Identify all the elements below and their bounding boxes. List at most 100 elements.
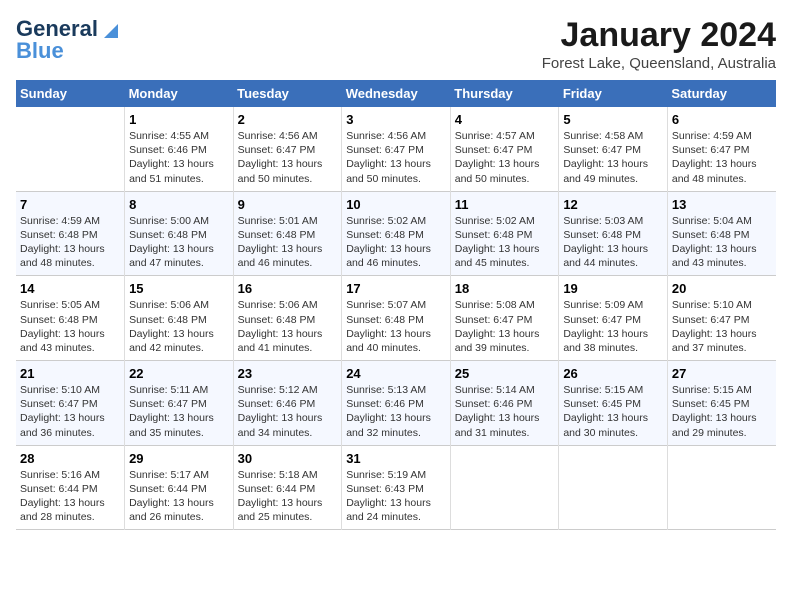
day-number: 4 <box>455 112 555 127</box>
day-info: Sunrise: 5:01 AM Sunset: 6:48 PM Dayligh… <box>238 214 338 271</box>
calendar-cell: 18 Sunrise: 5:08 AM Sunset: 6:47 PM Dayli… <box>450 276 559 361</box>
day-number: 26 <box>563 366 663 381</box>
day-info: Sunrise: 5:05 AM Sunset: 6:48 PM Dayligh… <box>20 298 120 355</box>
calendar-cell: 1 Sunrise: 4:55 AM Sunset: 6:46 PM Daylig… <box>125 107 234 191</box>
calendar-body: 1 Sunrise: 4:55 AM Sunset: 6:46 PM Daylig… <box>16 107 776 530</box>
title-area: January 2024 Forest Lake, Queensland, Au… <box>542 16 776 72</box>
day-number: 9 <box>238 197 338 212</box>
calendar-week-row: 28Sunrise: 5:16 AM Sunset: 6:44 PM Dayli… <box>16 445 776 530</box>
calendar-cell: 9 Sunrise: 5:01 AM Sunset: 6:48 PM Daylig… <box>233 191 342 276</box>
calendar-cell: 4 Sunrise: 4:57 AM Sunset: 6:47 PM Daylig… <box>450 107 559 191</box>
day-info: Sunrise: 5:15 AM Sunset: 6:45 PM Dayligh… <box>563 383 663 440</box>
day-number: 8 <box>129 197 229 212</box>
day-number: 5 <box>563 112 663 127</box>
day-number: 21 <box>20 366 120 381</box>
day-number: 15 <box>129 281 229 296</box>
day-info: Sunrise: 5:10 AM Sunset: 6:47 PM Dayligh… <box>672 298 772 355</box>
calendar-cell: 11 Sunrise: 5:02 AM Sunset: 6:48 PM Dayli… <box>450 191 559 276</box>
col-header-tuesday: Tuesday <box>233 80 342 107</box>
day-info: Sunrise: 5:06 AM Sunset: 6:48 PM Dayligh… <box>129 298 229 355</box>
calendar-cell: 23Sunrise: 5:12 AM Sunset: 6:46 PM Dayli… <box>233 361 342 446</box>
calendar-cell: 7Sunrise: 4:59 AM Sunset: 6:48 PM Daylig… <box>16 191 125 276</box>
day-number: 2 <box>238 112 338 127</box>
day-number: 20 <box>672 281 772 296</box>
day-info: Sunrise: 5:04 AM Sunset: 6:48 PM Dayligh… <box>672 214 772 271</box>
calendar-cell: 16Sunrise: 5:06 AM Sunset: 6:48 PM Dayli… <box>233 276 342 361</box>
day-number: 12 <box>563 197 663 212</box>
day-number: 24 <box>346 366 446 381</box>
calendar-cell: 3Sunrise: 4:56 AM Sunset: 6:47 PM Daylig… <box>342 107 451 191</box>
day-number: 14 <box>20 281 120 296</box>
calendar-cell: 24 Sunrise: 5:13 AM Sunset: 6:46 PM Dayli… <box>342 361 451 446</box>
day-number: 22 <box>129 366 229 381</box>
calendar-cell: 28Sunrise: 5:16 AM Sunset: 6:44 PM Dayli… <box>16 445 125 530</box>
calendar-cell: 21 Sunrise: 5:10 AM Sunset: 6:47 PM Dayli… <box>16 361 125 446</box>
day-number: 28 <box>20 451 120 466</box>
day-info: Sunrise: 4:55 AM Sunset: 6:46 PM Dayligh… <box>129 129 229 186</box>
calendar-cell: 12Sunrise: 5:03 AM Sunset: 6:48 PM Dayli… <box>559 191 668 276</box>
calendar-cell <box>16 107 125 191</box>
day-info: Sunrise: 4:56 AM Sunset: 6:47 PM Dayligh… <box>238 129 338 186</box>
day-info: Sunrise: 5:17 AM Sunset: 6:44 PM Dayligh… <box>129 468 229 525</box>
day-number: 23 <box>238 366 338 381</box>
col-header-wednesday: Wednesday <box>342 80 451 107</box>
col-header-saturday: Saturday <box>667 80 776 107</box>
calendar-cell <box>450 445 559 530</box>
calendar-week-row: 14 Sunrise: 5:05 AM Sunset: 6:48 PM Dayli… <box>16 276 776 361</box>
calendar-cell: 20 Sunrise: 5:10 AM Sunset: 6:47 PM Dayli… <box>667 276 776 361</box>
page-title: January 2024 <box>542 16 776 55</box>
day-number: 30 <box>238 451 338 466</box>
calendar-week-row: 7Sunrise: 4:59 AM Sunset: 6:48 PM Daylig… <box>16 191 776 276</box>
calendar-cell: 15 Sunrise: 5:06 AM Sunset: 6:48 PM Dayli… <box>125 276 234 361</box>
calendar-cell: 5 Sunrise: 4:58 AM Sunset: 6:47 PM Daylig… <box>559 107 668 191</box>
calendar-cell: 26 Sunrise: 5:15 AM Sunset: 6:45 PM Dayli… <box>559 361 668 446</box>
day-info: Sunrise: 5:09 AM Sunset: 6:47 PM Dayligh… <box>563 298 663 355</box>
day-info: Sunrise: 4:57 AM Sunset: 6:47 PM Dayligh… <box>455 129 555 186</box>
col-header-friday: Friday <box>559 80 668 107</box>
calendar-table: SundayMondayTuesdayWednesdayThursdayFrid… <box>16 80 776 530</box>
day-number: 3 <box>346 112 446 127</box>
day-number: 7 <box>20 197 120 212</box>
col-header-monday: Monday <box>125 80 234 107</box>
day-number: 10 <box>346 197 446 212</box>
day-info: Sunrise: 5:06 AM Sunset: 6:48 PM Dayligh… <box>238 298 338 355</box>
day-number: 18 <box>455 281 555 296</box>
calendar-cell: 14 Sunrise: 5:05 AM Sunset: 6:48 PM Dayli… <box>16 276 125 361</box>
day-number: 27 <box>672 366 772 381</box>
day-info: Sunrise: 5:13 AM Sunset: 6:46 PM Dayligh… <box>346 383 446 440</box>
day-info: Sunrise: 5:02 AM Sunset: 6:48 PM Dayligh… <box>455 214 555 271</box>
calendar-cell: 8 Sunrise: 5:00 AM Sunset: 6:48 PM Daylig… <box>125 191 234 276</box>
day-number: 29 <box>129 451 229 466</box>
calendar-cell: 10 Sunrise: 5:02 AM Sunset: 6:48 PM Dayli… <box>342 191 451 276</box>
calendar-header-row: SundayMondayTuesdayWednesdayThursdayFrid… <box>16 80 776 107</box>
day-number: 19 <box>563 281 663 296</box>
logo-text-blue: Blue <box>16 38 64 64</box>
day-info: Sunrise: 5:08 AM Sunset: 6:47 PM Dayligh… <box>455 298 555 355</box>
day-number: 11 <box>455 197 555 212</box>
day-info: Sunrise: 4:58 AM Sunset: 6:47 PM Dayligh… <box>563 129 663 186</box>
calendar-cell: 22 Sunrise: 5:11 AM Sunset: 6:47 PM Dayli… <box>125 361 234 446</box>
calendar-cell: 27Sunrise: 5:15 AM Sunset: 6:45 PM Dayli… <box>667 361 776 446</box>
day-info: Sunrise: 5:07 AM Sunset: 6:48 PM Dayligh… <box>346 298 446 355</box>
calendar-cell: 13 Sunrise: 5:04 AM Sunset: 6:48 PM Dayli… <box>667 191 776 276</box>
day-number: 31 <box>346 451 446 466</box>
calendar-cell: 17Sunrise: 5:07 AM Sunset: 6:48 PM Dayli… <box>342 276 451 361</box>
page-header: General Blue January 2024 Forest Lake, Q… <box>16 16 776 72</box>
calendar-week-row: 1 Sunrise: 4:55 AM Sunset: 6:46 PM Daylig… <box>16 107 776 191</box>
day-info: Sunrise: 5:18 AM Sunset: 6:44 PM Dayligh… <box>238 468 338 525</box>
calendar-cell: 25Sunrise: 5:14 AM Sunset: 6:46 PM Dayli… <box>450 361 559 446</box>
calendar-cell <box>667 445 776 530</box>
day-info: Sunrise: 5:00 AM Sunset: 6:48 PM Dayligh… <box>129 214 229 271</box>
calendar-cell: 31Sunrise: 5:19 AM Sunset: 6:43 PM Dayli… <box>342 445 451 530</box>
logo: General Blue <box>16 16 118 64</box>
col-header-thursday: Thursday <box>450 80 559 107</box>
day-number: 6 <box>672 112 772 127</box>
day-number: 1 <box>129 112 229 127</box>
calendar-cell <box>559 445 668 530</box>
day-number: 13 <box>672 197 772 212</box>
day-info: Sunrise: 5:10 AM Sunset: 6:47 PM Dayligh… <box>20 383 120 440</box>
day-info: Sunrise: 5:11 AM Sunset: 6:47 PM Dayligh… <box>129 383 229 440</box>
page-subtitle: Forest Lake, Queensland, Australia <box>542 55 776 72</box>
day-info: Sunrise: 5:02 AM Sunset: 6:48 PM Dayligh… <box>346 214 446 271</box>
calendar-week-row: 21 Sunrise: 5:10 AM Sunset: 6:47 PM Dayli… <box>16 361 776 446</box>
